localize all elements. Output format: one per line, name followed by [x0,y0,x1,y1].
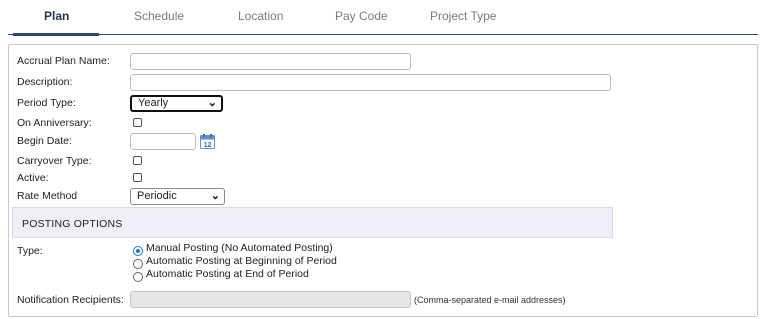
posting-options-title: POSTING OPTIONS [22,218,123,230]
tab-schedule[interactable]: Schedule [134,9,184,23]
auto-beginning-label[interactable]: Automatic Posting at Beginning of Period [146,255,337,267]
period-type-value: Yearly [138,97,169,109]
notification-recipients-input[interactable] [130,291,411,308]
rate-method-label: Rate Method [17,190,78,202]
rate-method-value: Periodic [137,190,177,202]
radio-auto-beginning[interactable] [133,259,143,269]
begin-date-label: Begin Date: [17,135,72,147]
active-checkbox[interactable] [133,173,142,182]
chevron-down-icon: ⌄ [210,190,220,202]
notification-recipients-label: Notification Recipients: [17,294,124,306]
posting-options-header: POSTING OPTIONS [12,207,613,238]
calendar-icon[interactable]: 12 [200,134,215,149]
description-input[interactable] [130,74,611,91]
active-label: Active: [17,172,49,184]
tab-bar: Plan Schedule Location Pay Code Project … [0,0,758,36]
period-type-select[interactable]: Yearly ⌄ [130,95,223,112]
description-label: Description: [17,76,73,88]
tab-pay-code[interactable]: Pay Code [335,9,388,23]
begin-date-input[interactable] [130,133,196,150]
manual-posting-label[interactable]: Manual Posting (No Automated Posting) [146,242,333,254]
notification-hint: (Comma-separated e-mail addresses) [414,295,566,305]
accrual-plan-name-input[interactable] [130,53,411,70]
auto-end-label[interactable]: Automatic Posting at End of Period [146,268,309,280]
chevron-down-icon: ⌄ [207,97,217,109]
period-type-label: Period Type: [17,97,76,109]
active-tab-indicator [13,33,99,36]
tab-project-type[interactable]: Project Type [430,9,496,23]
radio-auto-end[interactable] [133,272,143,282]
rate-method-select[interactable]: Periodic ⌄ [130,188,225,205]
on-anniversary-checkbox[interactable] [133,118,142,127]
carryover-type-checkbox[interactable] [133,156,142,165]
radio-manual-posting[interactable] [133,246,143,256]
svg-text:12: 12 [204,142,212,149]
on-anniversary-label: On Anniversary: [17,117,92,129]
tab-divider [8,34,758,35]
tab-location[interactable]: Location [238,9,283,23]
tab-plan[interactable]: Plan [44,9,69,23]
posting-type-label: Type: [17,245,43,257]
carryover-type-label: Carryover Type: [17,155,92,167]
accrual-plan-name-label: Accrual Plan Name: [17,55,110,67]
